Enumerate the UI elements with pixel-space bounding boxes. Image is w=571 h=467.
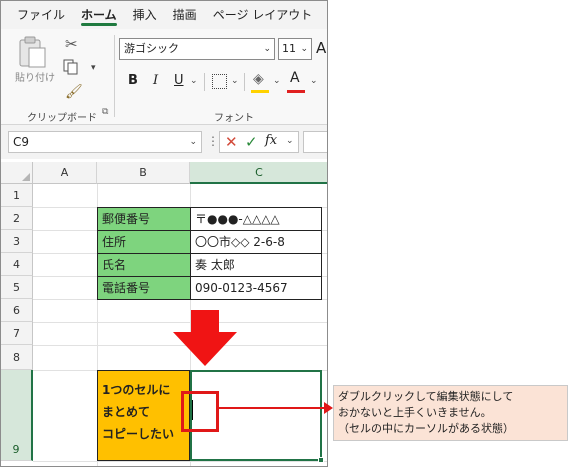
clipboard-group-label: クリップボード bbox=[27, 113, 97, 124]
tab-page-layout[interactable]: ページ レイアウト bbox=[205, 1, 321, 29]
column-header-c[interactable]: C bbox=[190, 162, 327, 184]
fx-icon[interactable]: fx bbox=[265, 133, 277, 148]
chevron-down-icon[interactable]: ⌄ bbox=[189, 132, 197, 152]
ribbon: 貼り付け ✂ ▾ 🖌 クリップボード ⧉ 游ゴシック ⌄ 11 ⌄ A B I … bbox=[1, 29, 327, 125]
clipboard-launcher-icon[interactable]: ⧉ bbox=[102, 107, 108, 117]
font-color-icon[interactable]: A bbox=[290, 70, 300, 86]
divider bbox=[244, 73, 245, 91]
tab-home[interactable]: ホーム bbox=[73, 1, 125, 29]
cancel-icon[interactable]: ✕ bbox=[225, 133, 238, 151]
row-header-5[interactable]: 5 bbox=[1, 276, 33, 299]
font-color-swatch bbox=[287, 90, 305, 93]
select-all-corner[interactable] bbox=[1, 162, 33, 184]
down-arrow-icon bbox=[173, 310, 237, 366]
bold-button[interactable]: B bbox=[128, 73, 138, 88]
row-header-1[interactable]: 1 bbox=[1, 184, 33, 207]
cell-b3[interactable]: 住所 bbox=[97, 230, 191, 254]
cell-b2[interactable]: 郵便番号 bbox=[97, 207, 191, 231]
cell-c3[interactable]: 〇〇市◇◇ 2-6-8 bbox=[190, 230, 322, 254]
font-group-label: フォント bbox=[214, 113, 254, 124]
row-header-4[interactable]: 4 bbox=[1, 253, 33, 276]
fill-handle[interactable] bbox=[318, 457, 324, 463]
callout-line: おかないと上手くいきません。 bbox=[338, 406, 492, 419]
group-separator bbox=[114, 35, 115, 117]
callout-connector bbox=[218, 407, 326, 409]
underline-dropdown-icon[interactable]: ⌄ bbox=[190, 76, 198, 86]
tab-file[interactable]: ファイル bbox=[9, 1, 73, 29]
row-header-6[interactable]: 6 bbox=[1, 299, 33, 322]
note-line: 1つのセルに bbox=[102, 383, 171, 397]
chevron-down-icon[interactable]: ⌄ bbox=[286, 136, 294, 146]
fill-color-icon[interactable]: ◈ bbox=[253, 71, 264, 87]
cell-c2[interactable]: 〒●●●-△△△△ bbox=[190, 207, 322, 231]
tab-draw[interactable]: 描画 bbox=[165, 1, 205, 29]
font-name-select[interactable]: 游ゴシック ⌄ bbox=[119, 38, 275, 60]
row-header-2[interactable]: 2 bbox=[1, 207, 33, 230]
cell-c4[interactable]: 奏 太郎 bbox=[190, 253, 322, 277]
name-box[interactable]: C9 ⌄ bbox=[8, 131, 202, 153]
row-header-3[interactable]: 3 bbox=[1, 230, 33, 253]
callout-line: ダブルクリックして編集状態にして bbox=[338, 390, 514, 403]
callout-note: ダブルクリックして編集状態にして おかないと上手くいきません。 （セルの中にカー… bbox=[333, 385, 568, 441]
chevron-down-icon: ⌄ bbox=[263, 44, 271, 54]
formula-actions: ✕ ✓ fx ⌄ bbox=[219, 131, 299, 153]
tab-insert[interactable]: 挿入 bbox=[125, 1, 165, 29]
copy-icon[interactable] bbox=[63, 59, 79, 75]
cell-c5[interactable]: 090-0123-4567 bbox=[190, 276, 322, 300]
italic-button[interactable]: I bbox=[153, 73, 158, 88]
edit-cursor bbox=[192, 400, 193, 420]
formula-bar: C9 ⌄ ⋮ ✕ ✓ fx ⌄ bbox=[1, 125, 327, 159]
fill-color-swatch bbox=[251, 90, 269, 93]
gridline bbox=[33, 461, 327, 462]
worksheet-grid[interactable]: A B C 1 2 3 4 5 6 7 8 9 郵便番号 〒●●●-△△△△ 住… bbox=[1, 162, 327, 466]
row-header-8[interactable]: 8 bbox=[1, 345, 33, 370]
increase-font-icon[interactable]: A bbox=[316, 39, 326, 57]
formula-input[interactable] bbox=[303, 131, 327, 153]
copy-dropdown-icon[interactable]: ▾ bbox=[91, 63, 96, 73]
cell-b9[interactable]: 1つのセルに まとめて コピーしたい bbox=[97, 370, 190, 461]
cursor-highlight-box bbox=[181, 391, 219, 432]
select-all-icon bbox=[22, 173, 30, 181]
note-line: まとめて bbox=[102, 405, 151, 419]
enter-icon[interactable]: ✓ bbox=[245, 133, 258, 151]
font-color-dropdown-icon[interactable]: ⌄ bbox=[310, 76, 318, 86]
tab-formulas[interactable]: 数式 bbox=[320, 1, 327, 29]
paste-icon[interactable] bbox=[15, 35, 49, 69]
format-painter-icon[interactable]: 🖌 bbox=[65, 84, 83, 100]
divider bbox=[204, 73, 205, 91]
cell-b4[interactable]: 氏名 bbox=[97, 253, 191, 277]
column-header-a[interactable]: A bbox=[33, 162, 97, 184]
column-header-b[interactable]: B bbox=[97, 162, 190, 184]
fill-dropdown-icon[interactable]: ⌄ bbox=[273, 76, 281, 86]
arrow-right-icon bbox=[324, 402, 333, 414]
callout-line: （セルの中にカーソルがある状態） bbox=[338, 422, 514, 435]
chevron-down-icon: ⌄ bbox=[300, 44, 308, 54]
border-icon[interactable] bbox=[212, 74, 227, 89]
underline-button[interactable]: U bbox=[174, 73, 184, 88]
more-options-icon[interactable]: ⋮ bbox=[207, 134, 219, 148]
cell-b5[interactable]: 電話番号 bbox=[97, 276, 191, 300]
paste-button-label[interactable]: 貼り付け bbox=[15, 69, 55, 84]
font-size-value: 11 bbox=[282, 42, 296, 55]
font-size-select[interactable]: 11 ⌄ bbox=[278, 38, 312, 60]
font-name-value: 游ゴシック bbox=[124, 42, 179, 55]
note-line: コピーしたい bbox=[102, 427, 175, 441]
name-box-value: C9 bbox=[13, 135, 30, 149]
cut-icon[interactable]: ✂ bbox=[65, 35, 78, 53]
ribbon-tabs: ファイル ホーム 挿入 描画 ページ レイアウト 数式 bbox=[1, 1, 327, 29]
row-header-9[interactable]: 9 bbox=[1, 370, 33, 461]
excel-window: ファイル ホーム 挿入 描画 ページ レイアウト 数式 貼り付け ✂ ▾ 🖌 ク… bbox=[0, 0, 328, 467]
border-dropdown-icon[interactable]: ⌄ bbox=[231, 76, 239, 86]
row-header-7[interactable]: 7 bbox=[1, 322, 33, 345]
